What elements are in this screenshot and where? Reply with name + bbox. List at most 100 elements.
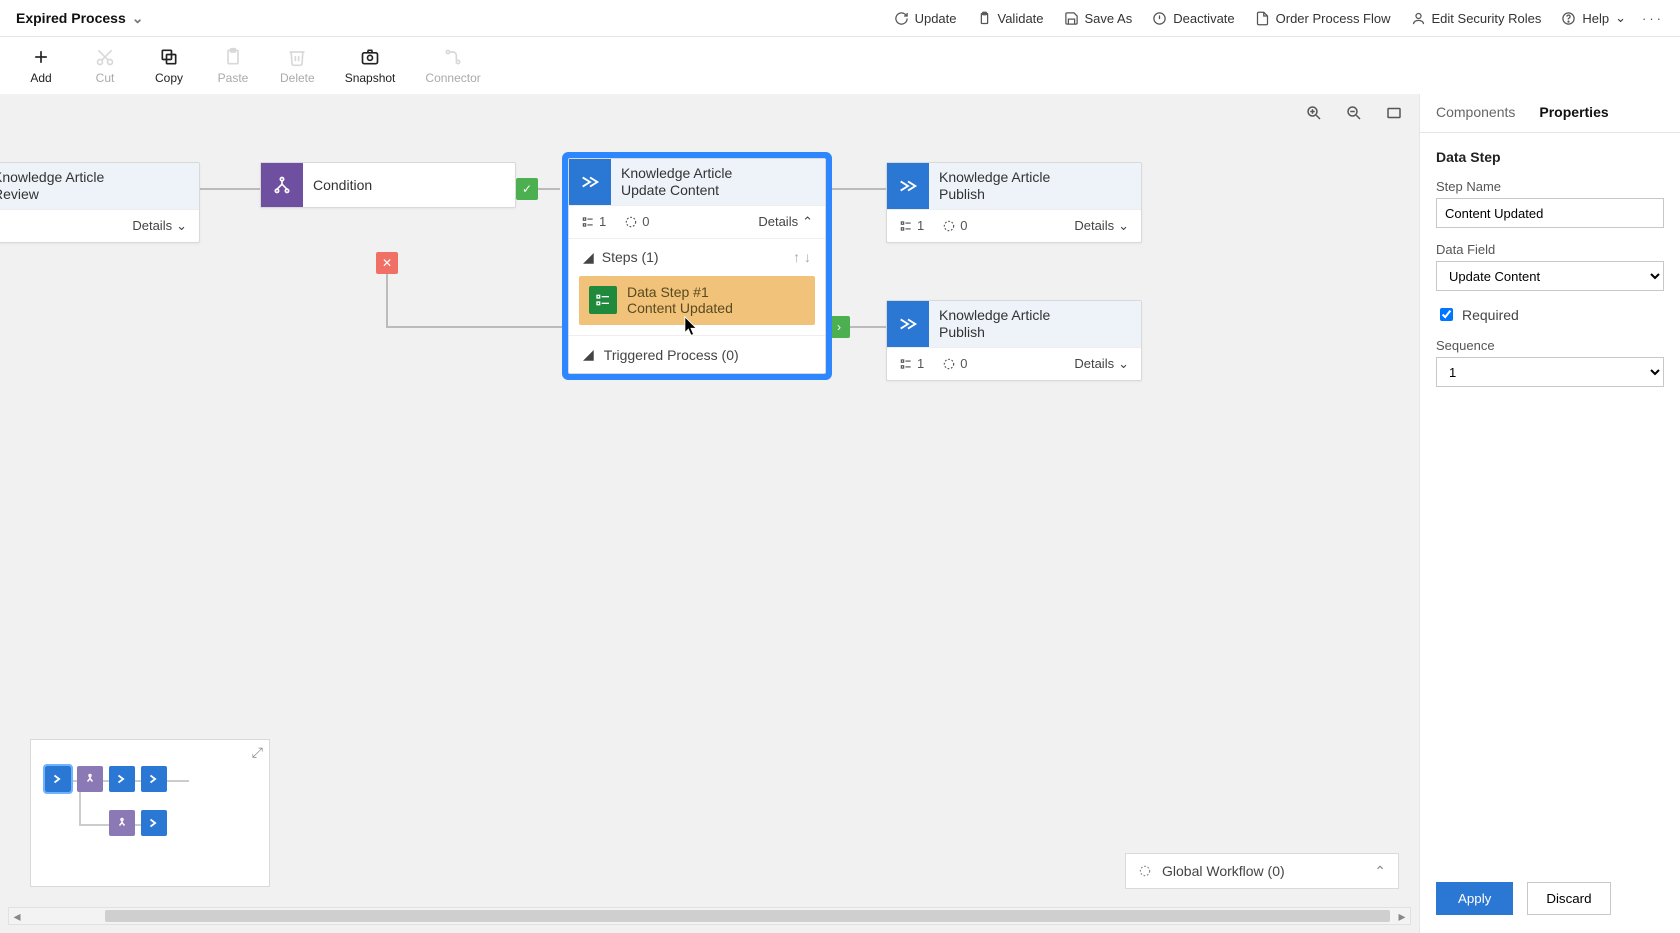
- step-reorder-arrows[interactable]: ↑ ↓: [793, 249, 811, 265]
- triangle-icon: ◢: [583, 249, 594, 265]
- zoom-out-button[interactable]: [1341, 100, 1367, 126]
- data-step-icon: [589, 286, 617, 314]
- connector-line: [386, 266, 388, 328]
- details-toggle[interactable]: Details ⌃: [758, 214, 813, 230]
- stage-title-line1: Knowledge Article: [621, 165, 732, 181]
- deactivate-label: Deactivate: [1173, 11, 1234, 26]
- document-icon: [1255, 11, 1270, 26]
- delete-label: Delete: [280, 71, 315, 85]
- step-name-input[interactable]: [1436, 198, 1664, 228]
- order-process-button[interactable]: Order Process Flow: [1245, 7, 1401, 30]
- edit-security-button[interactable]: Edit Security Roles: [1401, 7, 1552, 30]
- discard-button[interactable]: Discard: [1527, 882, 1610, 915]
- panel-tabs: Components Properties: [1420, 94, 1680, 133]
- chevron-down-icon: ⌄: [176, 218, 187, 234]
- snapshot-button[interactable]: Snapshot: [339, 43, 402, 89]
- expand-icon[interactable]: ⤢: [252, 744, 263, 761]
- minimap-node: [109, 810, 135, 836]
- scrollbar-thumb[interactable]: [105, 910, 1390, 922]
- stage-title: Knowledge Article Publish: [929, 163, 1141, 209]
- apply-button[interactable]: Apply: [1436, 882, 1513, 915]
- stage-title: Knowledge Article Update Content: [611, 159, 825, 205]
- save-icon: [1064, 11, 1079, 26]
- save-as-button[interactable]: Save As: [1054, 7, 1143, 30]
- paste-button[interactable]: Paste: [210, 43, 256, 89]
- minimap[interactable]: ⤢: [30, 739, 270, 887]
- triangle-icon: ◢: [583, 346, 594, 363]
- steps-section[interactable]: ◢Steps (1) ↑ ↓: [569, 239, 825, 276]
- chevron-down-icon: ⌄: [1118, 218, 1129, 234]
- canvas-zoom-tools: [1301, 100, 1407, 126]
- snapshot-label: Snapshot: [345, 71, 396, 85]
- refresh-icon: [894, 11, 909, 26]
- details-toggle[interactable]: Details ⌄: [1074, 218, 1129, 234]
- stage-expanded-area: ◢Steps (1) ↑ ↓ Data Step #1 Content Upda…: [569, 238, 825, 374]
- add-button[interactable]: Add: [18, 43, 64, 89]
- security-icon: [1411, 11, 1426, 26]
- stage-title-line2: Review: [0, 186, 189, 203]
- properties-panel: Components Properties Data Step Step Nam…: [1419, 94, 1680, 933]
- horizontal-scrollbar[interactable]: ◂ ▸: [8, 907, 1411, 925]
- step-count: 1: [899, 218, 924, 233]
- tab-properties[interactable]: Properties: [1539, 104, 1608, 126]
- fit-screen-button[interactable]: [1381, 100, 1407, 126]
- tab-components[interactable]: Components: [1436, 104, 1515, 126]
- copy-label: Copy: [155, 71, 183, 85]
- scroll-left-icon[interactable]: ◂: [9, 908, 25, 924]
- details-toggle[interactable]: Details ⌄: [132, 218, 187, 234]
- step-count: 1: [899, 356, 924, 371]
- chevron-up-icon[interactable]: ⌃: [1374, 863, 1386, 880]
- required-label: Required: [1462, 307, 1519, 323]
- global-workflow-bar[interactable]: Global Workflow (0) ⌃: [1125, 853, 1399, 889]
- help-icon: [1561, 11, 1576, 26]
- condition-title: Condition: [303, 171, 515, 200]
- overflow-button[interactable]: ···: [1636, 7, 1670, 30]
- validate-button[interactable]: Validate: [967, 7, 1054, 30]
- save-as-label: Save As: [1085, 11, 1133, 26]
- sequence-label: Sequence: [1436, 338, 1664, 353]
- connector-line: [820, 188, 890, 190]
- help-button[interactable]: Help ⌄: [1551, 6, 1636, 30]
- zoom-in-button[interactable]: [1301, 100, 1327, 126]
- data-field-select[interactable]: Update Content: [1436, 261, 1664, 291]
- stage-node-publish-1[interactable]: Knowledge Article Publish 1 0 Detail: [886, 162, 1142, 243]
- cut-button[interactable]: Cut: [82, 43, 128, 89]
- triggered-label: Triggered Process (0): [604, 347, 739, 363]
- process-count: 0: [942, 218, 967, 233]
- stage-node-update-content[interactable]: Knowledge Article Update Content 1 0: [568, 158, 826, 374]
- triggered-process-section[interactable]: ◢ Triggered Process (0): [569, 335, 825, 373]
- copy-button[interactable]: Copy: [146, 43, 192, 89]
- stage-node-review[interactable]: Knowledge Article Review 0 Details ⌄: [0, 162, 200, 243]
- clipboard-icon: [977, 11, 992, 26]
- minimap-node: [77, 766, 103, 792]
- chevron-down-icon: ⌄: [1615, 10, 1626, 26]
- condition-node[interactable]: Condition: [260, 162, 516, 208]
- delete-button[interactable]: Delete: [274, 43, 321, 89]
- step-count: 1: [581, 214, 606, 229]
- cut-label: Cut: [96, 71, 115, 85]
- stage-icon: [887, 301, 929, 347]
- process-count: 0: [624, 214, 649, 229]
- sequence-select[interactable]: 1: [1436, 357, 1664, 387]
- stage-icon: [887, 163, 929, 209]
- chevron-down-icon: ⌄: [1118, 356, 1129, 372]
- details-toggle[interactable]: Details ⌄: [1074, 356, 1129, 372]
- required-checkbox[interactable]: [1440, 308, 1453, 321]
- stage-node-publish-2[interactable]: Knowledge Article Publish 1 0 Detail: [886, 300, 1142, 381]
- stage-title: Knowledge Article Publish: [929, 301, 1141, 347]
- canvas[interactable]: Knowledge Article Review 0 Details ⌄: [0, 94, 1419, 933]
- merge-badge: ›: [828, 316, 850, 338]
- update-label: Update: [915, 11, 957, 26]
- update-button[interactable]: Update: [884, 7, 967, 30]
- connector-button[interactable]: Connector: [419, 43, 486, 89]
- chevron-down-icon: ⌄: [132, 10, 144, 27]
- add-label: Add: [30, 71, 51, 85]
- connector-label: Connector: [425, 71, 480, 85]
- scroll-right-icon[interactable]: ▸: [1394, 908, 1410, 924]
- deactivate-button[interactable]: Deactivate: [1142, 7, 1244, 30]
- global-workflow-label: Global Workflow (0): [1162, 863, 1285, 879]
- data-step-item[interactable]: Data Step #1 Content Updated: [579, 276, 815, 326]
- condition-icon: [261, 163, 303, 207]
- stage-title-line1: Knowledge Article: [0, 169, 104, 185]
- process-title[interactable]: Expired Process ⌄: [16, 10, 143, 27]
